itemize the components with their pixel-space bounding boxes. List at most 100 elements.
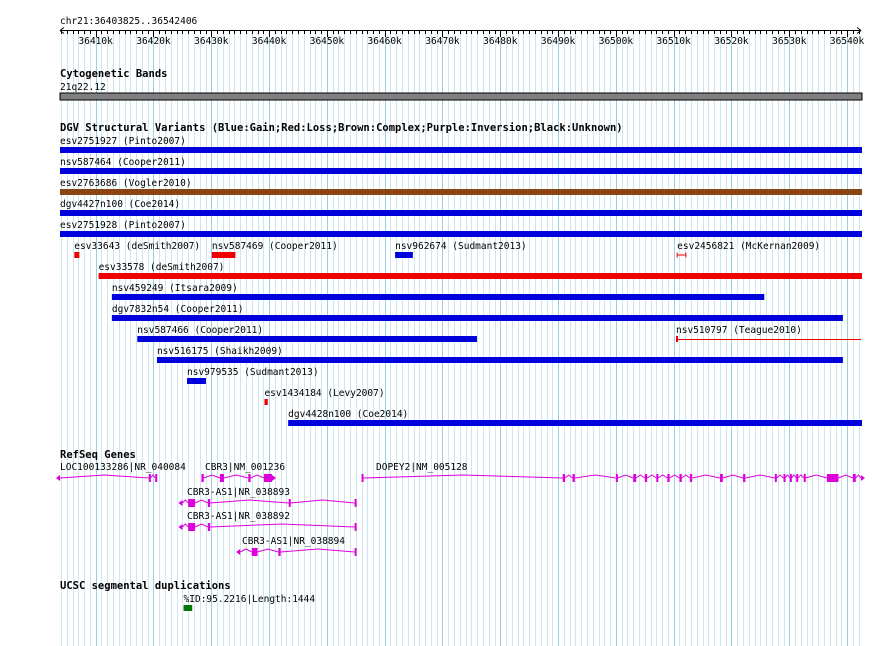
dgv-feature-bar xyxy=(60,210,862,216)
cytoband-track-title: Cytogenetic Bands xyxy=(60,68,167,80)
dgv-feature-label: esv2751928 (Pinto2007) xyxy=(60,220,186,231)
refseq-gene-label: LOC100133286|NR_040084 xyxy=(60,462,186,473)
dgv-feature-bar xyxy=(211,252,236,258)
dgv-feature-bar xyxy=(264,399,268,405)
dgv-feature[interactable]: esv33643 (deSmith2007) xyxy=(74,241,200,258)
dgv-feature-label: esv33643 (deSmith2007) xyxy=(74,241,200,252)
refseq-gene[interactable]: CBR3-AS1|NR_038893 xyxy=(178,487,357,507)
dgv-feature-bar xyxy=(288,420,862,426)
refseq-gene-label: CBR3-AS1|NR_038894 xyxy=(242,536,345,547)
segdup-feature-bar xyxy=(183,605,193,611)
refseq-gene-exon xyxy=(562,474,566,482)
dgv-feature[interactable]: nsv516175 (Shaikh2009) xyxy=(156,346,843,363)
dgv-feature-bar xyxy=(137,336,478,342)
refseq-gene-exon xyxy=(207,523,211,531)
ruler-tick-label: 36500k xyxy=(599,36,634,47)
segdup-track: UCSC segmental duplications %ID:95.2216|… xyxy=(60,580,315,611)
dgv-feature-bar xyxy=(60,168,862,174)
dgv-feature[interactable]: nsv510797 (Teague2010) xyxy=(676,325,861,342)
ruler-tick-label: 36490k xyxy=(541,36,576,47)
ruler-tick-label: 36420k xyxy=(136,36,171,47)
ruler-tick-label: 36450k xyxy=(310,36,345,47)
refseq-gene-exon xyxy=(219,474,225,482)
ruler-tick-label: 36440k xyxy=(252,36,287,47)
dgv-feature-bar xyxy=(98,273,862,279)
ruler-tick-label: 36460k xyxy=(368,36,403,47)
dgv-feature-label: esv1434184 (Levy2007) xyxy=(264,388,384,399)
dgv-feature-bar xyxy=(60,147,862,153)
refseq-track-title: RefSeq Genes xyxy=(60,449,136,461)
refseq-gene-exon xyxy=(826,474,839,482)
ruler-tick-label: 36520k xyxy=(714,36,749,47)
dgv-feature-label: dgv4427n100 (Coe2014) xyxy=(60,199,180,210)
dgv-feature-bar xyxy=(676,252,687,258)
segdup-feature[interactable]: %ID:95.2216|Length:1444 xyxy=(183,594,316,611)
dgv-feature-bar xyxy=(395,252,413,258)
dgv-feature[interactable]: esv33578 (deSmith2007) xyxy=(98,262,862,279)
dgv-feature-label: nsv516175 (Shaikh2009) xyxy=(157,346,283,357)
refseq-gene-exon xyxy=(248,474,251,482)
dgv-feature-bar xyxy=(74,252,80,258)
refseq-gene-exon xyxy=(251,548,258,556)
ruler-tick-label: 36480k xyxy=(483,36,518,47)
refseq-gene-exon xyxy=(667,474,670,482)
dgv-feature-label: nsv962674 (Sudmant2013) xyxy=(395,241,527,252)
refseq-gene-exon xyxy=(689,474,693,482)
dgv-feature[interactable]: nsv587469 (Cooper2011) xyxy=(211,241,338,258)
segdup-features: %ID:95.2216|Length:1444 xyxy=(183,594,316,611)
dgv-feature-label: esv2456821 (McKernan2009) xyxy=(677,241,820,252)
refseq-gene[interactable]: CBR3-AS1|NR_038892 xyxy=(178,511,357,531)
refseq-gene-exon xyxy=(743,474,746,482)
refseq-gene-exon xyxy=(572,474,575,482)
refseq-gene-exon xyxy=(288,499,291,507)
refseq-gene-exon xyxy=(633,474,637,482)
dgv-feature[interactable]: nsv459249 (Itsara2009) xyxy=(111,283,765,300)
strand-arrow-icon xyxy=(861,475,865,481)
refseq-gene[interactable]: LOC100133286|NR_040084 xyxy=(56,462,186,482)
refseq-gene-exon xyxy=(774,474,777,482)
dgv-feature-bar xyxy=(187,378,206,384)
refseq-gene-exon xyxy=(207,499,211,507)
genome-browser-panel: chr21:36403825..36542406 36410k 36420k 364… xyxy=(56,16,865,646)
dgv-feature-label: esv2763686 (Vogler2010) xyxy=(60,178,192,189)
dgv-feature[interactable]: esv2456821 (McKernan2009) xyxy=(676,241,820,258)
strand-arrow-icon xyxy=(56,475,60,481)
refseq-gene-exon xyxy=(148,474,151,482)
strand-arrow-icon xyxy=(178,500,183,506)
refseq-gene-exon xyxy=(354,499,357,507)
refseq-gene-exon xyxy=(155,474,158,482)
dgv-feature-bar xyxy=(111,294,765,300)
dgv-feature-label: dgv7832n54 (Cooper2011) xyxy=(112,304,244,315)
dgv-track-title: DGV Structural Variants (Blue:Gain;Red:L… xyxy=(60,122,623,134)
refseq-gene-label: CBR3-AS1|NR_038893 xyxy=(187,487,290,498)
dgv-feature-bar xyxy=(60,231,862,237)
refseq-gene-label: CBR3-AS1|NR_038892 xyxy=(187,511,290,522)
refseq-gene[interactable]: CBR3|NM_001236 xyxy=(201,462,285,482)
dgv-feature-label: dgv4428n100 (Coe2014) xyxy=(288,409,408,420)
refseq-gene-exon xyxy=(278,548,281,556)
refseq-gene-exon xyxy=(188,499,196,507)
dgv-feature-bar xyxy=(60,189,862,195)
refseq-gene-exon xyxy=(354,523,357,531)
refseq-gene-exon xyxy=(354,548,357,556)
ruler-tick-label: 36530k xyxy=(772,36,807,47)
dgv-feature[interactable]: nsv587466 (Cooper2011) xyxy=(137,325,478,342)
dgv-feature-label: nsv459249 (Itsara2009) xyxy=(112,283,238,294)
dgv-feature-label: esv2751927 (Pinto2007) xyxy=(60,136,186,147)
ruler: chr21:36403825..36542406 36410k 36420k 364… xyxy=(59,16,865,47)
dgv-feature[interactable]: esv1434184 (Levy2007) xyxy=(264,388,385,405)
segdup-feature-label: %ID:95.2216|Length:1444 xyxy=(184,594,316,605)
segdup-track-title: UCSC segmental duplications xyxy=(60,580,231,592)
refseq-gene-exon xyxy=(679,474,682,482)
refseq-gene-label: DOPEY2|NM_005128 xyxy=(376,462,468,473)
dgv-feature-label: nsv510797 (Teague2010) xyxy=(676,325,802,336)
refseq-gene-exon xyxy=(361,474,364,482)
strand-arrow-icon xyxy=(178,524,183,530)
refseq-gene-exon xyxy=(796,474,799,482)
dgv-feature-label: nsv979535 (Sudmant2013) xyxy=(187,367,319,378)
dgv-feature-label: nsv587466 (Cooper2011) xyxy=(137,325,263,336)
dgv-feature-label: nsv587464 (Cooper2011) xyxy=(60,157,186,168)
ruler-tick-label: 36470k xyxy=(425,36,460,47)
refseq-gene-exon xyxy=(789,474,792,482)
cytoband-bar[interactable] xyxy=(59,92,863,101)
